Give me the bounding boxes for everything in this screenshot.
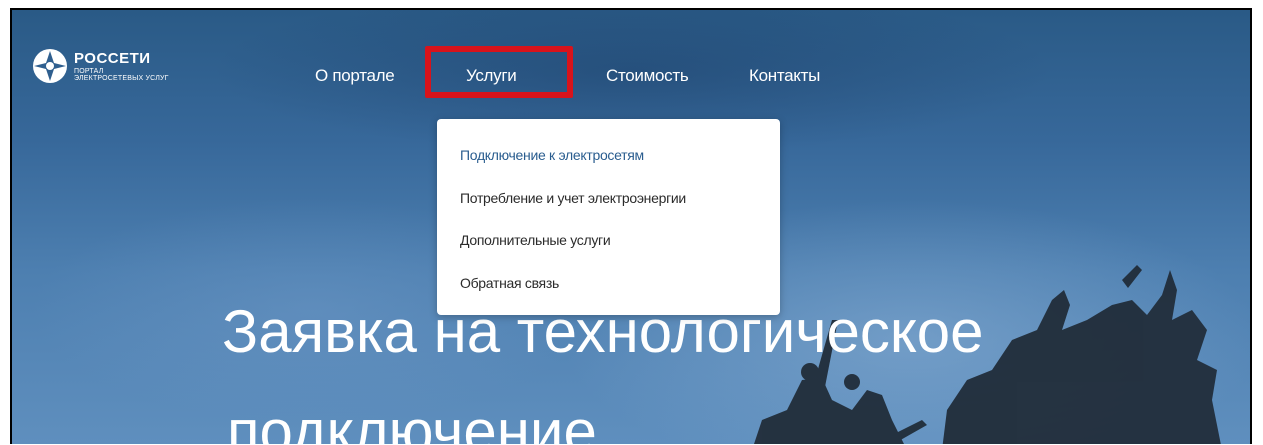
logo-title: РОССЕТИ xyxy=(74,49,151,67)
nav-item-about[interactable]: О портале xyxy=(315,66,395,86)
nav-item-pricing[interactable]: Стоимость xyxy=(606,66,689,86)
rosseti-logo[interactable]: РОССЕТИ ПОРТАЛ ЭЛЕКТРОСЕТЕВЫХ УСЛУГ xyxy=(32,48,169,84)
dropdown-item-consumption[interactable]: Потребление и учет электроэнергии xyxy=(460,190,686,206)
nav-item-contacts[interactable]: Контакты xyxy=(749,66,820,86)
dropdown-item-grid-connection[interactable]: Подключение к электросетям xyxy=(460,147,644,163)
logo-subtitle-line1: ПОРТАЛ xyxy=(74,67,104,75)
services-highlight-box xyxy=(425,46,573,98)
logo-subtitle-line2: ЭЛЕКТРОСЕТЕВЫХ УСЛУГ xyxy=(74,74,169,82)
logo-icon xyxy=(33,49,67,83)
portal-page: РОССЕТИ ПОРТАЛ ЭЛЕКТРОСЕТЕВЫХ УСЛУГ О по… xyxy=(10,8,1252,444)
services-dropdown: Подключение к электросетям Потребление и… xyxy=(437,119,780,315)
hero-title-line2: подключение xyxy=(227,398,597,445)
dropdown-item-feedback[interactable]: Обратная связь xyxy=(460,275,559,291)
screenshot-frame: РОССЕТИ ПОРТАЛ ЭЛЕКТРОСЕТЕВЫХ УСЛУГ О по… xyxy=(0,0,1263,445)
dropdown-item-additional-services[interactable]: Дополнительные услуги xyxy=(460,232,611,248)
